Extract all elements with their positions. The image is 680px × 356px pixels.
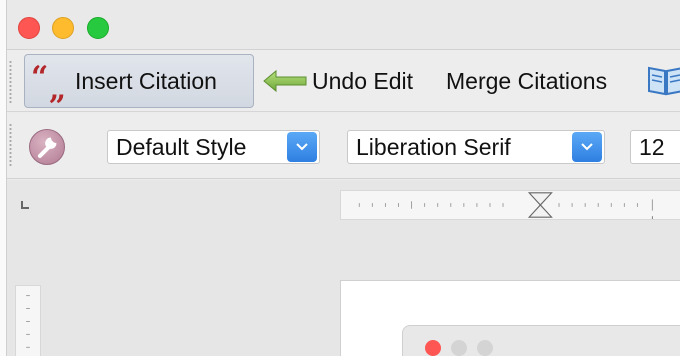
wrench-icon[interactable]	[29, 129, 65, 165]
zoom-window-button[interactable]	[87, 17, 109, 39]
window-left-edge	[0, 0, 7, 356]
font-size-input[interactable]: 12	[630, 130, 680, 164]
merge-citations-button[interactable]: Merge Citations	[446, 64, 607, 98]
undo-edit-label: Undo Edit	[312, 67, 414, 94]
citation-toolbar: “„ Insert Citation Undo Edit Merge Citat…	[7, 50, 680, 112]
insert-citation-label: Insert Citation	[75, 67, 217, 94]
horizontal-ruler[interactable]	[340, 190, 680, 220]
paragraph-style-value: Default Style	[116, 133, 247, 160]
document-workspace	[7, 180, 680, 356]
undo-arrow-icon	[263, 69, 307, 93]
font-name-value: Liberation Serif	[356, 133, 511, 160]
chevron-down-icon[interactable]	[572, 132, 602, 162]
merge-citations-label: Merge Citations	[446, 67, 608, 94]
close-window-button[interactable]	[18, 17, 40, 39]
undo-edit-button[interactable]: Undo Edit	[262, 64, 413, 98]
paragraph-style-select[interactable]: Default Style	[107, 130, 320, 164]
vertical-ruler[interactable]	[15, 285, 41, 356]
dialog-zoom-button[interactable]	[477, 340, 493, 356]
chevron-down-icon[interactable]	[287, 132, 317, 162]
dialog-minimize-button[interactable]	[451, 340, 467, 356]
formatting-toolbar: Default Style Liberation Serif 12	[7, 113, 680, 179]
insert-citation-button[interactable]: “„ Insert Citation	[24, 54, 254, 108]
quote-icon: “„	[31, 60, 67, 107]
citation-dialog	[402, 325, 680, 356]
font-size-value: 12	[639, 133, 665, 160]
title-bar	[7, 0, 680, 50]
toolbar-grip-icon[interactable]	[9, 60, 12, 104]
toolbar-grip-icon[interactable]	[9, 123, 12, 167]
minimize-window-button[interactable]	[52, 17, 74, 39]
tab-stop-icon[interactable]	[21, 201, 29, 209]
font-name-select[interactable]: Liberation Serif	[347, 130, 605, 164]
book-icon[interactable]	[646, 63, 680, 97]
dialog-close-button[interactable]	[425, 340, 441, 356]
indent-marker-icon[interactable]	[527, 192, 553, 218]
